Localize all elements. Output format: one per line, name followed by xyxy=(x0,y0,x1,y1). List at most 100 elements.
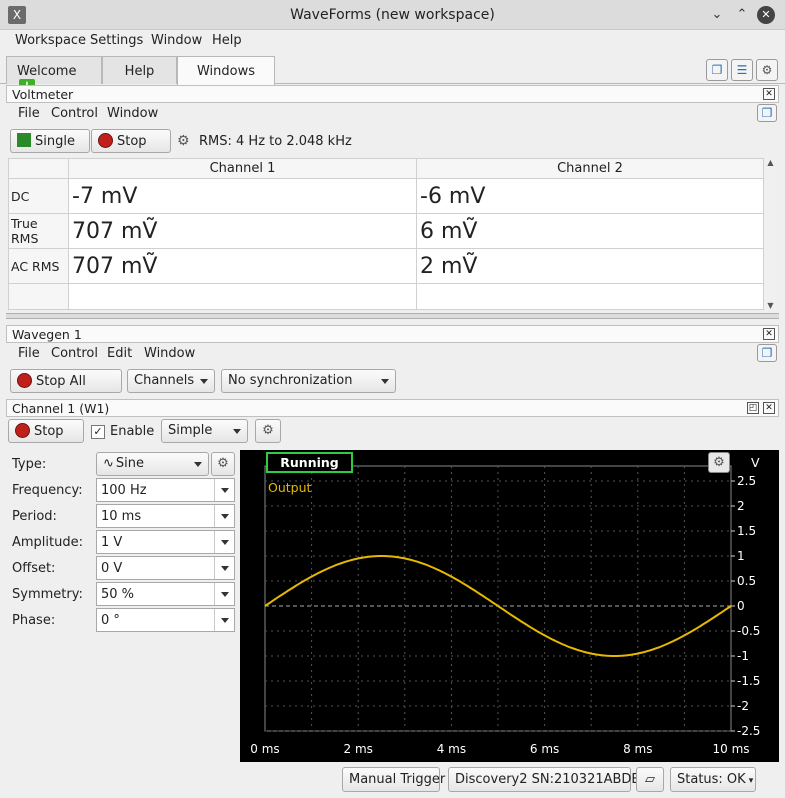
cell-dc-ch2: -6 mV xyxy=(416,178,764,214)
period-field[interactable]: 10 ms xyxy=(96,504,235,528)
sine-wave-icon: ∿ xyxy=(103,456,114,471)
single-button[interactable]: Single xyxy=(10,129,90,153)
waveform-plot[interactable]: 0 ms 2 ms 4 ms 6 ms 8 ms 10 ms 2.5 2 1.5 1 0.5 0 -0.… xyxy=(240,450,779,762)
channel-close-icon[interactable]: ✕ xyxy=(763,402,775,414)
menu-window[interactable]: Window xyxy=(151,33,202,48)
phase-dropdown-arrow-icon[interactable] xyxy=(214,609,234,631)
offset-field[interactable]: 0 V xyxy=(96,556,235,580)
channels-dropdown[interactable]: Channels xyxy=(127,369,215,393)
symmetry-dropdown-arrow-icon[interactable] xyxy=(214,583,234,605)
type-dropdown[interactable]: ∿ Sine xyxy=(96,452,209,476)
plot-settings-gear-icon[interactable]: ⚙ xyxy=(708,452,730,473)
wavegen-menu-window[interactable]: Window xyxy=(144,346,195,361)
offset-dropdown-arrow-icon[interactable] xyxy=(214,557,234,579)
scroll-down-icon[interactable]: ▼ xyxy=(764,301,777,310)
voltmeter-scrollbar[interactable]: ▲ ▼ xyxy=(763,158,777,310)
voltmeter-stop-button[interactable]: Stop xyxy=(91,129,171,153)
panel-splitter[interactable] xyxy=(6,313,779,319)
voltmeter-table: Channel 1 Channel 2 DC -7 mV -6 mV True … xyxy=(8,158,764,310)
empty-row-header xyxy=(8,283,69,310)
symmetry-field[interactable]: 50 % xyxy=(96,582,235,606)
mode-dropdown[interactable]: Simple xyxy=(161,419,248,443)
amplitude-dropdown-arrow-icon[interactable] xyxy=(214,531,234,553)
status-label: Status: OK xyxy=(677,772,746,787)
column-header-channel2: Channel 2 xyxy=(416,158,764,179)
chevron-down-icon xyxy=(233,429,241,434)
window-title: WaveForms (new workspace) xyxy=(290,7,495,23)
title-bar: X WaveForms (new workspace) ⌄ ⌃ ✕ xyxy=(0,0,785,30)
tab-welcome-label: Welcome xyxy=(17,64,77,79)
maximize-icon[interactable]: ⌃ xyxy=(733,6,751,24)
cell-ac-rms-ch1: 707 mṼ xyxy=(68,248,417,284)
chevron-down-icon xyxy=(194,462,202,467)
menu-workspace[interactable]: Workspace xyxy=(15,33,86,48)
single-label: Single xyxy=(35,134,75,149)
device-button[interactable]: Discovery2 SN:210321ABDE87 xyxy=(448,767,656,792)
voltmeter-panel-header: Voltmeter ✕ xyxy=(6,85,779,103)
frequency-dropdown-arrow-icon[interactable] xyxy=(214,479,234,501)
channel-settings-gear-icon[interactable]: ⚙ xyxy=(255,419,281,443)
chevron-down-icon xyxy=(200,379,208,384)
stop-all-button[interactable]: Stop All xyxy=(10,369,122,393)
wavegen-dock-icon[interactable]: ❐ xyxy=(757,344,777,362)
settings-gear-icon[interactable]: ⚙ xyxy=(756,59,778,81)
amplitude-field[interactable]: 1 V xyxy=(96,530,235,554)
frequency-label: Frequency: xyxy=(12,483,83,498)
manual-trigger-button[interactable]: Manual Trigger xyxy=(342,767,445,792)
channel-stop-button[interactable]: Stop xyxy=(8,419,84,443)
voltmeter-menu-file[interactable]: File xyxy=(18,106,40,121)
y-tick-label: 2 xyxy=(737,499,745,513)
cell-dc-ch1: -7 mV xyxy=(68,178,417,214)
column-header-channel1: Channel 1 xyxy=(68,158,417,179)
scroll-up-icon[interactable]: ▲ xyxy=(764,158,777,167)
type-value: Sine xyxy=(115,456,145,471)
voltmeter-title: Voltmeter xyxy=(12,87,74,102)
voltmeter-menu-control[interactable]: Control xyxy=(51,106,98,121)
stop-all-icon xyxy=(17,373,32,388)
voltmeter-dock-icon[interactable]: ❐ xyxy=(757,104,777,122)
tab-help[interactable]: Help xyxy=(102,56,177,84)
phase-label: Phase: xyxy=(12,613,56,628)
type-settings-gear-icon[interactable]: ⚙ xyxy=(211,452,235,476)
channel-stop-icon xyxy=(15,423,30,438)
x-tick-label: 6 ms xyxy=(530,742,559,756)
phase-field[interactable]: 0 ° xyxy=(96,608,235,632)
tile-windows-icon[interactable]: ☰ xyxy=(731,59,753,81)
minimize-icon[interactable]: ⌄ xyxy=(708,6,726,24)
close-icon[interactable]: ✕ xyxy=(757,6,775,24)
wavegen-menu-file[interactable]: File xyxy=(18,346,40,361)
menu-settings[interactable]: Settings xyxy=(90,33,143,48)
wavegen-menu-edit[interactable]: Edit xyxy=(107,346,132,361)
x-tick-label: 2 ms xyxy=(344,742,373,756)
period-dropdown-arrow-icon[interactable] xyxy=(214,505,234,527)
menu-help[interactable]: Help xyxy=(212,33,242,48)
voltmeter-menu-window[interactable]: Window xyxy=(107,106,158,121)
status-button[interactable]: Status: OK ▾ xyxy=(670,767,756,792)
period-label: Period: xyxy=(12,509,57,524)
table-row: True RMS 707 mṼ 6 mṼ xyxy=(8,213,764,249)
output-legend: Output xyxy=(268,480,312,495)
y-tick-label: -1 xyxy=(737,649,749,663)
cell-true-rms-ch2: 6 mṼ xyxy=(416,213,764,249)
wavegen-close-icon[interactable]: ✕ xyxy=(763,328,775,340)
x-tick-label: 0 ms xyxy=(250,742,279,756)
voltmeter-stop-label: Stop xyxy=(117,134,147,149)
voltmeter-close-icon[interactable]: ✕ xyxy=(763,88,775,100)
frequency-field[interactable]: 100 Hz xyxy=(96,478,235,502)
cascade-windows-icon[interactable]: ❐ xyxy=(706,59,728,81)
empty-cell xyxy=(68,283,417,310)
channel-float-icon[interactable]: ◰ xyxy=(747,402,759,414)
tab-welcome[interactable]: Welcome + xyxy=(6,56,102,95)
wavegen-panel-header: Wavegen 1 ✕ xyxy=(6,325,779,343)
y-tick-label: 1 xyxy=(737,549,745,563)
symmetry-label: Symmetry: xyxy=(12,587,83,602)
chevron-down-icon xyxy=(381,379,389,384)
rms-settings-gear-icon[interactable]: ⚙ xyxy=(177,133,190,149)
channel-stop-label: Stop xyxy=(34,424,64,439)
table-row: AC RMS 707 mṼ 2 mṼ xyxy=(8,248,764,284)
enable-checkbox[interactable]: ✓ xyxy=(91,425,105,439)
tab-windows[interactable]: Windows xyxy=(177,56,275,85)
device-info-icon[interactable]: ▱ xyxy=(636,767,664,792)
wavegen-menu-control[interactable]: Control xyxy=(51,346,98,361)
synchronization-dropdown[interactable]: No synchronization xyxy=(221,369,396,393)
